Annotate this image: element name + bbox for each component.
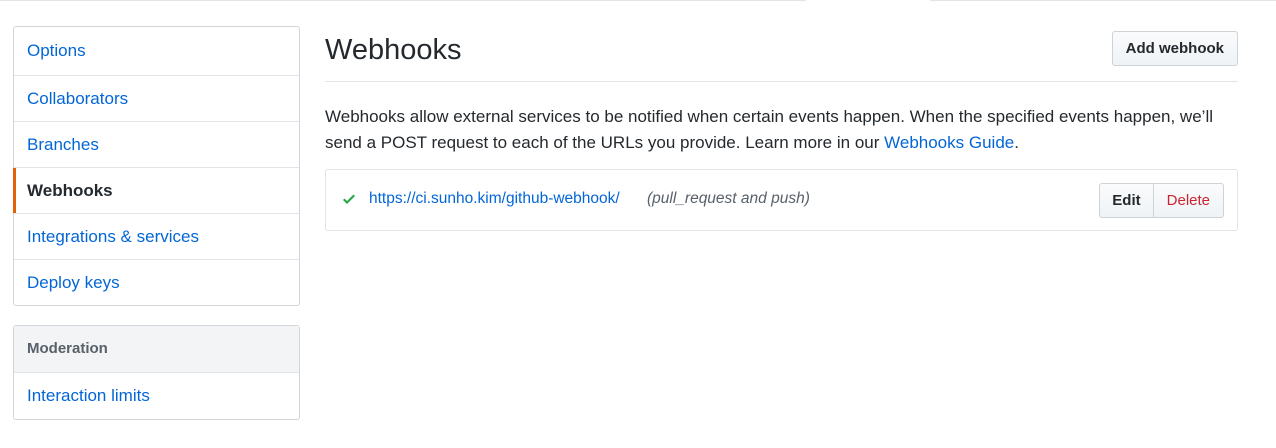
webhook-list-item: https://ci.sunho.kim/github-webhook/ (pu… — [325, 169, 1238, 231]
main-content: Webhooks Add webhook Webhooks allow exte… — [325, 26, 1238, 231]
sidebar-item-integrations[interactable]: Integrations & services — [14, 213, 299, 259]
sidebar-item-webhooks[interactable]: Webhooks — [13, 167, 299, 213]
page-title: Webhooks — [325, 34, 462, 66]
sidebar-item-interaction-limits[interactable]: Interaction limits — [14, 373, 299, 419]
webhooks-guide-link[interactable]: Webhooks Guide — [884, 133, 1014, 152]
page-header: Webhooks Add webhook — [325, 26, 1238, 82]
webhook-url-link[interactable]: https://ci.sunho.kim/github-webhook/ — [369, 190, 620, 208]
top-divider-left — [0, 0, 806, 1]
webhooks-description: Webhooks allow external services to be n… — [325, 104, 1238, 156]
moderation-menu: Moderation Interaction limits — [13, 325, 300, 420]
sidebar-item-deploy-keys[interactable]: Deploy keys — [14, 259, 299, 305]
edit-button[interactable]: Edit — [1099, 183, 1154, 218]
top-divider-right — [930, 0, 1276, 1]
description-end: . — [1014, 133, 1019, 152]
delete-button[interactable]: Delete — [1152, 183, 1224, 218]
moderation-heading: Moderation — [14, 326, 299, 373]
check-icon — [343, 194, 355, 204]
description-text: Webhooks allow external services to be n… — [325, 107, 1213, 152]
sidebar-item-branches[interactable]: Branches — [14, 121, 299, 167]
sidebar-item-collaborators[interactable]: Collaborators — [14, 75, 299, 121]
add-webhook-button[interactable]: Add webhook — [1111, 31, 1238, 66]
webhook-actions: Edit Delete — [1099, 183, 1224, 218]
webhook-events: (pull_request and push) — [647, 190, 810, 207]
sidebar-item-options[interactable]: Options — [14, 27, 299, 75]
settings-menu: Options Collaborators Branches Webhooks … — [13, 26, 300, 306]
settings-sidebar: Options Collaborators Branches Webhooks … — [13, 26, 300, 420]
